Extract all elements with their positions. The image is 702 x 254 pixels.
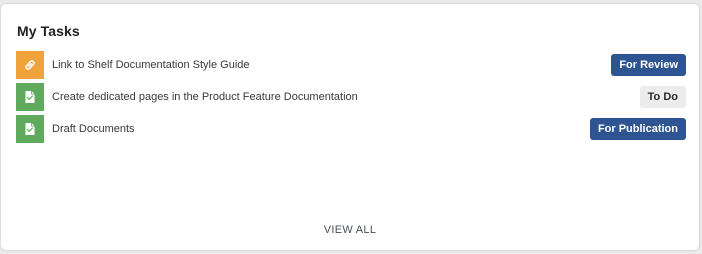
task-list: Link to Shelf Documentation Style Guide … bbox=[16, 51, 686, 147]
status-badge[interactable]: To Do bbox=[639, 86, 686, 108]
document-icon bbox=[16, 83, 44, 111]
status-badge[interactable]: For Review bbox=[611, 54, 686, 76]
link-icon bbox=[16, 51, 44, 79]
task-row[interactable]: Link to Shelf Documentation Style Guide … bbox=[16, 51, 686, 79]
task-row[interactable]: Draft Documents For Publication bbox=[16, 115, 686, 143]
task-label: Draft Documents bbox=[52, 123, 135, 135]
task-label: Create dedicated pages in the Product Fe… bbox=[52, 91, 358, 103]
my-tasks-widget: My Tasks Link to Shelf Documentation Sty… bbox=[1, 4, 699, 250]
widget-title: My Tasks bbox=[17, 23, 80, 39]
task-label: Link to Shelf Documentation Style Guide bbox=[52, 59, 250, 71]
document-icon bbox=[16, 115, 44, 143]
status-badge[interactable]: For Publication bbox=[589, 118, 686, 140]
view-all-link[interactable]: VIEW ALL bbox=[1, 224, 699, 236]
task-row[interactable]: Create dedicated pages in the Product Fe… bbox=[16, 83, 686, 111]
